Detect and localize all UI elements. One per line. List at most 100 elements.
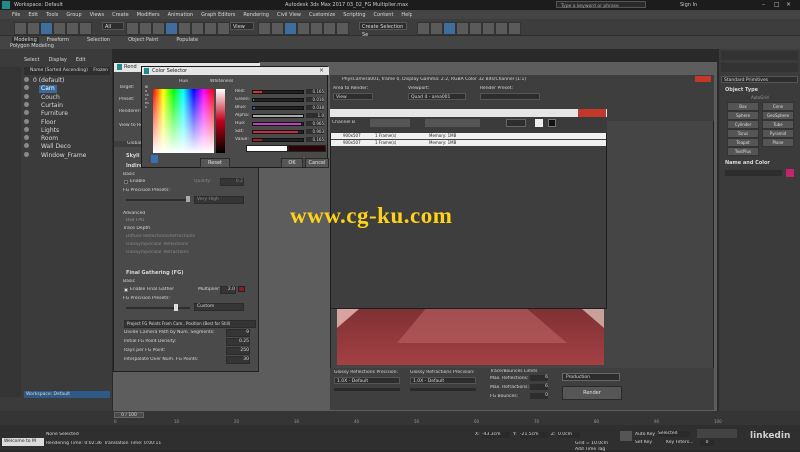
toolbar-tool-icon[interactable] — [14, 22, 27, 35]
toolbar-tool-icon[interactable] — [165, 22, 178, 35]
toolbar-tool-icon[interactable] — [297, 22, 310, 35]
menu-edit[interactable]: Edit — [28, 12, 38, 18]
frozen-column-header[interactable]: Frozen — [93, 67, 108, 75]
primitive-torus-button[interactable]: Torus — [727, 129, 759, 138]
fg-precision-slider-handle[interactable] — [174, 304, 178, 311]
selected-dropdown[interactable]: Selected — [658, 431, 690, 437]
close-icon[interactable]: × — [786, 1, 794, 8]
channel-value-field[interactable]: 0.165 — [306, 137, 324, 142]
channel-slider[interactable] — [252, 130, 304, 134]
visibility-eye-icon[interactable] — [24, 93, 29, 99]
use-fpu-checkbox[interactable]: Use FPU — [126, 218, 144, 223]
fg-presets-slider-handle[interactable] — [186, 196, 190, 202]
toolbar-tool-icon[interactable] — [27, 22, 40, 35]
object-type-header[interactable]: Object Type — [725, 87, 758, 93]
custom-field[interactable]: Custom — [194, 303, 244, 311]
app-logo-icon[interactable] — [2, 1, 10, 9]
toolbar-tool-icon[interactable] — [469, 22, 482, 35]
menu-views[interactable]: Views — [90, 12, 104, 18]
channel-slider[interactable] — [252, 98, 304, 102]
history-row[interactable]: 900x507 1 Frame(s) Memory: 1MB — [331, 140, 606, 146]
primitive-pyramid-button[interactable]: Pyramid — [762, 129, 794, 138]
black-swatch[interactable] — [548, 119, 556, 127]
toolbar-tool-icon[interactable] — [336, 22, 349, 35]
key-filters-button[interactable]: Key Filters... — [666, 440, 693, 445]
channel-value-field[interactable]: 0.016 — [306, 97, 324, 102]
toolbar-tool-icon[interactable] — [126, 22, 139, 35]
menu-content[interactable]: Content — [374, 12, 394, 18]
glossy-reflections-dropdown[interactable]: 1.0X - Default — [334, 377, 400, 384]
toolbar-tool-icon[interactable] — [417, 22, 430, 35]
toolbar-tool-icon[interactable] — [139, 22, 152, 35]
time-slider[interactable]: 0 / 100 — [114, 412, 144, 418]
blackness-picker[interactable] — [216, 89, 225, 153]
production-dropdown[interactable]: Production — [562, 373, 620, 381]
frame-window-close-icon[interactable] — [578, 109, 606, 117]
reset-button[interactable]: Reset — [200, 158, 230, 168]
render-window-close-icon[interactable] — [695, 76, 711, 82]
channel-slider[interactable] — [252, 90, 304, 94]
divide-camera-field[interactable]: 9 — [226, 329, 250, 337]
fg-presets-field[interactable]: Very High — [194, 196, 244, 204]
scene-tab-edit[interactable]: Edit — [76, 57, 86, 63]
scene-tab-select[interactable]: Select — [24, 57, 39, 63]
primitive-geosphere-button[interactable]: GeoSphere — [762, 111, 794, 120]
filter-dropdown[interactable]: All — [102, 22, 124, 30]
max-refractions-field[interactable]: 6 — [530, 384, 548, 390]
primitive-textplus-button[interactable]: TextPlus — [727, 147, 759, 156]
scene-list-item[interactable]: Lights — [24, 126, 108, 135]
scene-list-item[interactable]: Floor — [24, 118, 108, 127]
search-input[interactable]: Type a keyword or phrase — [556, 1, 646, 9]
maxscript-listener[interactable]: Welcome to M — [2, 438, 44, 446]
display-dropdown[interactable] — [506, 119, 526, 127]
primitive-tube-button[interactable]: Tube — [762, 120, 794, 129]
max-reflections-field[interactable]: 6 — [530, 375, 548, 381]
channel-value-field[interactable]: 0.965 — [306, 121, 324, 126]
channel-value-field[interactable]: 0.165 — [306, 89, 324, 94]
set-key-mode-icon[interactable] — [620, 431, 632, 441]
toolbar-tool-icon[interactable] — [271, 22, 284, 35]
command-panel-tabs[interactable] — [721, 51, 798, 60]
menu-customize[interactable]: Customize — [309, 12, 335, 18]
visibility-eye-icon[interactable] — [24, 118, 29, 124]
toolbar-tool-icon[interactable] — [430, 22, 443, 35]
primitive-plane-button[interactable]: Plane — [762, 138, 794, 147]
scene-tab-display[interactable]: Display — [48, 57, 66, 63]
menu-create[interactable]: Create — [112, 12, 129, 18]
quality-field[interactable]: 0.2 — [220, 178, 244, 186]
primitive-teapot-button[interactable]: Teapot — [727, 138, 759, 147]
workspace-selector[interactable]: Workspace: Default — [24, 391, 110, 398]
channel-value-field[interactable]: 1.0 — [306, 113, 324, 118]
menu-animation[interactable]: Animation — [168, 12, 194, 18]
scene-list-item[interactable]: Couch — [24, 93, 108, 102]
area-to-render-dropdown[interactable]: View — [333, 93, 373, 100]
channel-slider[interactable] — [252, 106, 304, 110]
enable-checkbox[interactable] — [124, 180, 128, 184]
channel-slider[interactable] — [252, 138, 304, 142]
skylights-section-header[interactable]: Skyli — [126, 153, 140, 159]
playback-controls[interactable] — [697, 429, 737, 438]
scene-list-item[interactable]: 0 (default) — [24, 77, 108, 85]
primitive-box-button[interactable]: Box — [727, 102, 759, 111]
minimize-icon[interactable]: – — [762, 1, 770, 8]
menu-file[interactable]: File — [12, 12, 20, 18]
scene-list-item[interactable]: Wall Deco — [24, 143, 108, 151]
rays-per-field[interactable]: 250 — [226, 347, 250, 355]
channel-slider[interactable] — [252, 122, 304, 126]
toolbar-tool-icon[interactable] — [495, 22, 508, 35]
color-selector-close-icon[interactable]: × — [319, 67, 324, 74]
maximize-icon[interactable]: □ — [774, 1, 782, 8]
ribbon-tab-populate[interactable]: Populate — [176, 37, 198, 43]
final-gathering-section-header[interactable]: Final Gathering (FG) — [126, 270, 184, 276]
toolbar-tool-icon[interactable] — [443, 22, 456, 35]
set-key-button[interactable]: Set Key — [635, 440, 652, 445]
visibility-eye-icon[interactable] — [24, 77, 29, 82]
toolbar-tool-icon[interactable] — [508, 22, 521, 35]
ribbon-tab-selection[interactable]: Selection — [87, 37, 110, 43]
toolbar-tool-icon[interactable] — [456, 22, 469, 35]
menu-modifiers[interactable]: Modifiers — [137, 12, 160, 18]
menu-help[interactable]: Help — [401, 12, 412, 18]
menu-tools[interactable]: Tools — [46, 12, 58, 18]
history-row[interactable]: 900x507 1 Frame(s) Memory: 1MB — [331, 133, 606, 139]
channel-value-field[interactable]: 0.038 — [306, 105, 324, 110]
